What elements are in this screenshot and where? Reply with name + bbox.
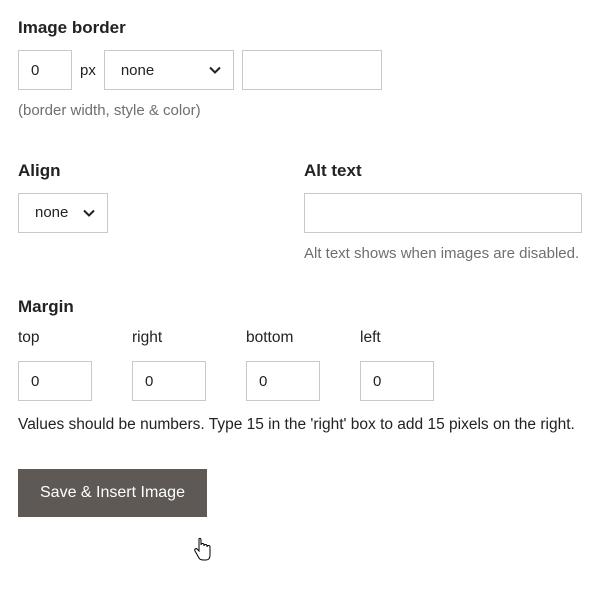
alt-text-input[interactable] xyxy=(304,193,582,233)
border-width-input[interactable] xyxy=(18,50,72,90)
margin-left-input[interactable] xyxy=(360,361,434,401)
border-help-text: (border width, style & color) xyxy=(18,100,582,123)
margin-left-col: left xyxy=(360,329,434,401)
chevron-down-icon xyxy=(83,207,95,219)
border-width-unit: px xyxy=(80,62,96,79)
margin-right-input[interactable] xyxy=(132,361,206,401)
border-color-input[interactable] xyxy=(242,50,382,90)
margin-top-input[interactable] xyxy=(18,361,92,401)
border-style-select[interactable]: none xyxy=(104,50,234,90)
align-select[interactable]: none xyxy=(18,193,108,233)
alt-text-section: Alt text Alt text shows when images are … xyxy=(304,161,582,266)
pointer-cursor-icon xyxy=(192,537,212,561)
save-insert-button[interactable]: Save & Insert Image xyxy=(18,469,207,517)
margin-bottom-input[interactable] xyxy=(246,361,320,401)
margin-section: Margin top right bottom left Values shou… xyxy=(18,297,582,437)
alt-text-heading: Alt text xyxy=(304,161,582,181)
margin-top-label: top xyxy=(18,329,92,347)
align-value: none xyxy=(35,204,68,221)
align-alt-row: Align none Alt text Alt text shows when … xyxy=(18,161,582,266)
image-border-heading: Image border xyxy=(18,18,582,38)
chevron-down-icon xyxy=(209,64,221,76)
align-heading: Align xyxy=(18,161,294,181)
image-border-section: Image border px none (border width, styl… xyxy=(18,18,582,123)
margin-right-col: right xyxy=(132,329,206,401)
margin-right-label: right xyxy=(132,329,206,347)
margin-bottom-label: bottom xyxy=(246,329,320,347)
alt-text-help: Alt text shows when images are disabled. xyxy=(304,243,582,266)
margin-heading: Margin xyxy=(18,297,582,317)
border-style-value: none xyxy=(121,62,154,79)
margin-top-col: top xyxy=(18,329,92,401)
margin-left-label: left xyxy=(360,329,434,347)
margin-help-text: Values should be numbers. Type 15 in the… xyxy=(18,413,582,437)
image-border-row: px none xyxy=(18,50,582,90)
margin-bottom-col: bottom xyxy=(246,329,320,401)
align-section: Align none xyxy=(18,161,294,266)
margin-grid: top right bottom left xyxy=(18,329,582,401)
